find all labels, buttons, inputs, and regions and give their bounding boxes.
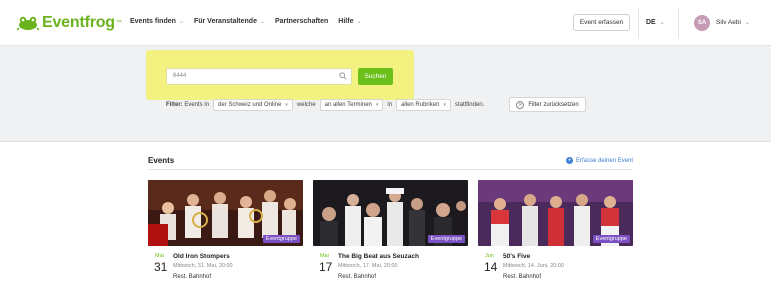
filter-row: Filter: Events in der Schweiz und Online… [166, 99, 484, 111]
logo-trademark: ™ [115, 20, 122, 26]
event-title[interactable]: The Big Beat aus Seuzach [338, 253, 419, 260]
event-month: Mai [320, 253, 329, 259]
event-location: Rest. Bahnhof [173, 274, 212, 280]
chevron-down-icon: ⌄ [259, 19, 265, 25]
event-day: 31 [154, 260, 168, 274]
search-button[interactable]: Suchen [358, 68, 393, 85]
event-title[interactable]: 50's Five [503, 253, 530, 260]
plus-icon: + [566, 157, 573, 164]
event-image[interactable]: Eventgruppe [313, 180, 468, 246]
event-image[interactable]: Eventgruppe [148, 180, 303, 246]
nav-label: Für Veranstaltende [193, 18, 257, 25]
location-value: der Schweiz und Online [218, 102, 282, 108]
event-card[interactable]: Eventgruppe Mai 31 Old Iron Stompers Mit… [148, 180, 303, 282]
reset-filter-button[interactable]: ✕ Filter zurücksetzen [509, 97, 586, 112]
language-selector[interactable]: DE ⌄ [646, 19, 665, 26]
chevron-down-icon: ⌄ [178, 19, 184, 25]
search-input[interactable]: 6444 [166, 68, 352, 85]
event-card[interactable]: Eventgruppe Jun 14 50's Five Mittwoch, 1… [478, 180, 633, 282]
eventfrog-logo[interactable]: Eventfrog ™ [17, 13, 122, 33]
event-datetime: Mittwoch, 17. Mai, 20:00 [338, 263, 398, 269]
close-icon: ✕ [516, 100, 525, 109]
nav-hilfe[interactable]: Hilfe ⌄ [338, 18, 361, 25]
divider [148, 169, 633, 170]
filter-text: welche [296, 102, 316, 108]
events-heading: Events [148, 156, 175, 165]
create-event-link[interactable]: + Erfasse deinen Event [566, 157, 633, 164]
avatar[interactable]: SA [694, 15, 710, 31]
nav-label: Partnerschaften [275, 18, 329, 25]
chevron-down-icon: ⌄ [356, 19, 362, 25]
category-value: allen Rubriken [401, 102, 440, 108]
filter-label: Filter: [166, 102, 183, 108]
reset-filter-label: Filter zurücksetzen [528, 101, 579, 108]
language-label: DE [646, 19, 656, 26]
divider [678, 8, 679, 38]
filter-text: in [387, 102, 393, 108]
event-card[interactable]: Eventgruppe Mai 17 The Big Beat aus Seuz… [313, 180, 468, 282]
date-select[interactable]: an allen Terminen ▾ [319, 99, 384, 111]
event-title[interactable]: Old Iron Stompers [173, 253, 230, 260]
event-day: 17 [319, 260, 333, 274]
event-group-badge: Eventgruppe [427, 235, 465, 243]
nav-fuer-veranstaltende[interactable]: Für Veranstaltende ⌄ [194, 18, 265, 25]
search-icon[interactable] [339, 72, 347, 80]
nav-label: Hilfe [338, 18, 354, 25]
user-name: Silv Aebi [716, 19, 741, 26]
event-datetime: Mittwoch, 14. Juni, 20:00 [503, 263, 564, 269]
event-day: 14 [484, 260, 498, 274]
event-month: Jun [485, 253, 494, 259]
chevron-down-icon: ▾ [375, 102, 379, 108]
create-event-button[interactable]: Event erfassen [573, 14, 630, 31]
event-location: Rest. Bahnhof [503, 274, 542, 280]
main-nav: Events finden ⌄ Für Veranstaltende ⌄ Par… [130, 18, 362, 25]
event-location: Rest. Bahnhof [338, 274, 377, 280]
nav-partnerschaften[interactable]: Partnerschaften [275, 18, 328, 25]
event-image[interactable]: Eventgruppe [478, 180, 633, 246]
location-select[interactable]: der Schweiz und Online ▾ [213, 99, 293, 111]
nav-events-finden[interactable]: Events finden ⌄ [130, 18, 184, 25]
chevron-down-icon: ⌄ [659, 20, 665, 26]
site-header: Eventfrog ™ Events finden ⌄ Für Veranstal… [0, 0, 771, 46]
event-group-badge: Eventgruppe [592, 235, 630, 243]
chevron-down-icon: ⌄ [744, 20, 750, 26]
chevron-down-icon: ▾ [443, 102, 446, 108]
filter-text: Events in [184, 102, 210, 108]
event-datetime: Mittwoch, 31. Mai, 20:00 [173, 263, 233, 269]
logo-text: Eventfrog [42, 14, 115, 31]
user-menu[interactable]: Silv Aebi ⌄ [716, 19, 750, 26]
chevron-down-icon: ▾ [285, 102, 288, 108]
event-month: Mai [155, 253, 164, 259]
frog-icon [17, 16, 39, 31]
date-value: an allen Terminen [324, 102, 372, 108]
filter-text: stattfinden. [454, 102, 485, 108]
event-group-badge: Eventgruppe [262, 235, 300, 243]
divider [638, 8, 639, 38]
nav-label: Events finden [130, 18, 176, 25]
create-event-link-label: Erfasse deinen Event [576, 157, 634, 164]
category-select[interactable]: allen Rubriken ▾ [396, 99, 451, 111]
